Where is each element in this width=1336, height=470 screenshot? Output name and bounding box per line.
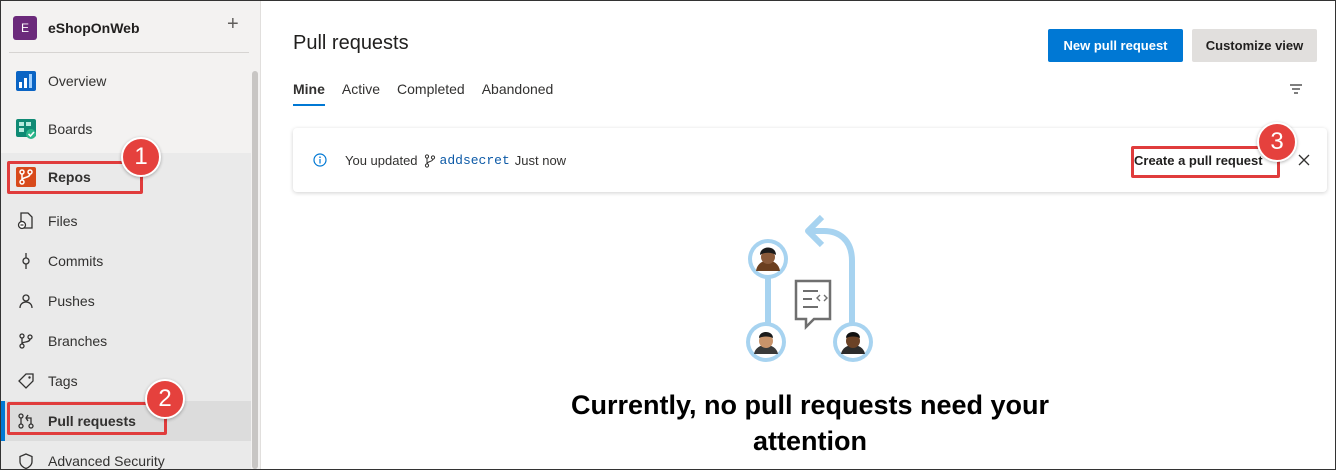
- nav-commits-label: Commits: [48, 253, 104, 269]
- branch-icon: [424, 153, 436, 168]
- overview-icon: [15, 70, 37, 92]
- filter-icon[interactable]: [1287, 81, 1305, 97]
- main-content: Pull requests New pull request Customize…: [262, 1, 1335, 469]
- nav-advanced-security[interactable]: Advanced Security: [1, 441, 251, 470]
- close-icon[interactable]: [1297, 153, 1311, 167]
- add-icon[interactable]: +: [227, 14, 239, 34]
- banner-prefix: You updated: [345, 153, 418, 168]
- tab-completed[interactable]: Completed: [397, 81, 465, 109]
- highlight-create-pull-request: [1131, 146, 1280, 178]
- empty-state-line-2: attention: [753, 426, 867, 456]
- callout-badge-1: 1: [121, 137, 161, 177]
- branch-name-link[interactable]: addsecret: [440, 153, 510, 168]
- project-avatar: E: [13, 16, 37, 40]
- banner-time: Just now: [514, 153, 567, 168]
- tab-mine[interactable]: Mine: [293, 81, 325, 109]
- pr-tabs: Mine Active Completed Abandoned: [293, 81, 553, 111]
- nav-branches[interactable]: Branches: [1, 321, 251, 361]
- tag-icon: [17, 372, 35, 390]
- empty-state-title: Currently, no pull requests need your at…: [542, 387, 1078, 459]
- empty-state-line-1: Currently, no pull requests need your: [570, 390, 1050, 420]
- sidebar: E eShopOnWeb + Overview Boards Repos Fil…: [1, 1, 261, 470]
- push-icon: [17, 292, 35, 310]
- info-icon: [313, 153, 327, 167]
- callout-badge-3: 3: [1257, 122, 1297, 162]
- files-icon: [17, 212, 35, 230]
- new-pull-request-button[interactable]: New pull request: [1048, 29, 1183, 62]
- nav-tags-label: Tags: [48, 373, 78, 389]
- nav-branches-label: Branches: [48, 333, 108, 349]
- nav-overview-label: Overview: [48, 73, 107, 89]
- divider: [9, 52, 249, 53]
- page-title: Pull requests: [293, 32, 409, 54]
- customize-view-button[interactable]: Customize view: [1192, 29, 1317, 62]
- nav-commits[interactable]: Commits: [1, 241, 251, 281]
- tab-abandoned[interactable]: Abandoned: [482, 81, 554, 109]
- nav-pushes-label: Pushes: [48, 293, 95, 309]
- nav-pushes[interactable]: Pushes: [1, 281, 251, 321]
- shield-icon: [17, 452, 35, 470]
- callout-badge-2: 2: [145, 379, 185, 419]
- highlight-pull-requests: [7, 402, 167, 435]
- nav-tags[interactable]: Tags: [1, 361, 251, 401]
- nav-boards-label: Boards: [48, 121, 93, 137]
- nav-overview[interactable]: Overview: [1, 61, 251, 101]
- nav-files[interactable]: Files: [1, 201, 251, 241]
- boards-icon: [15, 118, 37, 140]
- commit-icon: [17, 252, 35, 270]
- project-header[interactable]: E eShopOnWeb +: [1, 1, 261, 53]
- tab-active[interactable]: Active: [342, 81, 380, 109]
- nav-files-label: Files: [48, 213, 78, 229]
- nav-advanced-security-label: Advanced Security: [48, 453, 165, 469]
- branch-icon: [17, 332, 35, 350]
- sidebar-scrollbar[interactable]: [252, 71, 258, 469]
- project-name[interactable]: eShopOnWeb: [48, 20, 140, 36]
- banner-message: You updated addsecret Just now: [345, 153, 566, 168]
- empty-state-illustration: [740, 211, 880, 366]
